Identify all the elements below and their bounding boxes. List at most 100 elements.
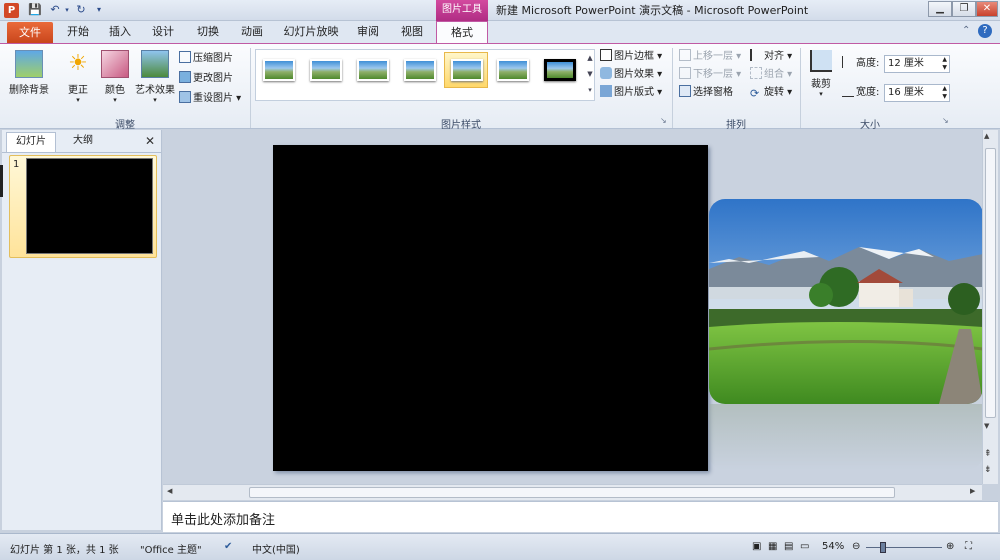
width-spinner[interactable]: ▲ ▼ bbox=[942, 85, 947, 101]
notes-placeholder: 单击此处添加备注 bbox=[171, 513, 276, 528]
artistic-effects-button[interactable]: 艺术效果 ▾ bbox=[134, 50, 176, 104]
align-button[interactable]: 对齐 ▾ bbox=[750, 48, 792, 66]
tab-design[interactable]: 设计 bbox=[145, 21, 181, 43]
picture-style-2[interactable] bbox=[305, 52, 345, 88]
height-input[interactable]: 12 厘米 ▲ ▼ bbox=[884, 55, 950, 73]
status-bar: 幻灯片 第 1 张，共 1 张 "Office 主题" ✔ 中文(中国) ▣ ▦… bbox=[0, 533, 1000, 560]
reading-view-icon[interactable]: ▤ bbox=[784, 541, 793, 552]
picture-style-5-selected[interactable] bbox=[444, 52, 488, 88]
tab-outline[interactable]: 大纲 bbox=[58, 132, 108, 152]
slide-count-status: 幻灯片 第 1 张，共 1 张 bbox=[10, 545, 119, 556]
crop-button[interactable]: 裁剪 ▾ bbox=[806, 50, 836, 98]
notes-pane[interactable]: 单击此处添加备注 bbox=[163, 501, 998, 532]
picture-style-6[interactable] bbox=[492, 52, 532, 88]
bring-forward-icon bbox=[679, 49, 691, 61]
zoom-in-icon[interactable]: ⊕ bbox=[946, 541, 954, 552]
minimize-ribbon-icon[interactable]: ⌃ bbox=[962, 25, 970, 36]
width-input[interactable]: 16 厘米 ▲ ▼ bbox=[884, 84, 950, 102]
zoom-level[interactable]: 54% bbox=[822, 541, 844, 552]
dialog-launcher-icon[interactable]: ↘ bbox=[660, 116, 667, 125]
picture-effects-icon bbox=[600, 67, 612, 79]
picture-tools-group: 图片工具 bbox=[436, 0, 488, 21]
tab-animations[interactable]: 动画 bbox=[234, 21, 270, 43]
vertical-scroll-thumb[interactable] bbox=[985, 148, 996, 418]
height-icon bbox=[842, 56, 854, 68]
tab-review[interactable]: 审阅 bbox=[350, 21, 386, 43]
selection-pane-button[interactable]: 选择窗格 bbox=[679, 84, 733, 102]
picture-layout-button[interactable]: 图片版式 ▾ bbox=[600, 84, 662, 102]
height-spinner[interactable]: ▲ ▼ bbox=[942, 56, 947, 72]
picture-style-4[interactable] bbox=[399, 52, 439, 88]
picture-style-3[interactable] bbox=[352, 52, 392, 88]
reset-picture-button[interactable]: 重设图片 ▾ bbox=[179, 90, 241, 108]
group-button[interactable]: 组合 ▾ bbox=[750, 66, 792, 84]
adjust-group-label: 调整 bbox=[115, 120, 135, 131]
arrange-group-label: 排列 bbox=[726, 120, 746, 131]
fit-to-window-icon[interactable]: ⛶ bbox=[965, 541, 972, 552]
zoom-slider-track[interactable] bbox=[866, 547, 942, 548]
align-icon bbox=[750, 49, 762, 61]
spellcheck-icon[interactable]: ✔ bbox=[224, 541, 232, 552]
corrections-button[interactable]: ☀ 更正 ▾ bbox=[62, 50, 94, 104]
tab-format[interactable]: 格式 bbox=[436, 21, 488, 43]
selection-pane-icon bbox=[679, 85, 691, 97]
normal-view-icon[interactable]: ▣ bbox=[752, 541, 761, 552]
remove-background-button[interactable]: 删除背景 bbox=[6, 50, 52, 96]
color-button[interactable]: 颜色 ▾ bbox=[99, 50, 131, 104]
send-backward-label: 下移一层 bbox=[693, 69, 733, 80]
remove-background-icon bbox=[15, 50, 43, 78]
bring-forward-button[interactable]: 上移一层 ▾ bbox=[679, 48, 741, 66]
tab-insert[interactable]: 插入 bbox=[102, 21, 138, 43]
picture-border-icon bbox=[600, 49, 612, 61]
save-icon[interactable]: 💾 bbox=[28, 3, 42, 17]
help-icon[interactable]: ? bbox=[978, 24, 992, 38]
horizontal-scroll-thumb[interactable] bbox=[249, 487, 895, 498]
change-picture-button[interactable]: 更改图片 bbox=[179, 70, 233, 88]
slide-thumbnail-image[interactable] bbox=[26, 158, 153, 254]
next-slide-icon[interactable]: ⇟ bbox=[984, 466, 992, 475]
gallery-scroll[interactable]: ▲ ▼ ▾ bbox=[585, 50, 595, 100]
rotate-button[interactable]: ⟳ 旋转 ▾ bbox=[750, 84, 792, 102]
selected-landscape-picture[interactable] bbox=[709, 199, 983, 404]
picture-border-button[interactable]: 图片边框 ▾ bbox=[600, 48, 662, 66]
compress-label: 压缩图片 bbox=[193, 53, 233, 64]
scroll-up-icon[interactable]: ▲ bbox=[984, 132, 989, 140]
powerpoint-app-icon[interactable]: P bbox=[4, 3, 19, 18]
tab-view[interactable]: 视图 bbox=[394, 21, 430, 43]
tab-transitions[interactable]: 切换 bbox=[190, 21, 226, 43]
tab-slides[interactable]: 幻灯片 bbox=[6, 132, 56, 152]
tab-slideshow[interactable]: 幻灯片放映 bbox=[280, 21, 342, 43]
scroll-right-icon[interactable]: ▶ bbox=[970, 487, 975, 495]
compress-pictures-button[interactable]: 压缩图片 bbox=[179, 50, 233, 68]
tab-file[interactable]: 文件 bbox=[7, 22, 53, 43]
size-dialog-launcher-icon[interactable]: ↘ bbox=[942, 116, 949, 125]
slide-canvas[interactable] bbox=[273, 145, 708, 471]
picture-effects-button[interactable]: 图片效果 ▾ bbox=[600, 66, 662, 84]
rotate-icon: ⟳ bbox=[750, 87, 760, 100]
slide-sorter-view-icon[interactable]: ▦ bbox=[768, 541, 777, 552]
reset-picture-icon bbox=[179, 91, 191, 103]
tab-home[interactable]: 开始 bbox=[60, 21, 96, 43]
customize-icon[interactable]: ▾ bbox=[92, 3, 106, 17]
slideshow-view-icon[interactable]: ▭ bbox=[800, 541, 809, 552]
vertical-scrollbar[interactable]: ▲ ▼ ⇞ ⇟ bbox=[982, 130, 998, 484]
picture-style-1[interactable] bbox=[258, 52, 298, 88]
previous-slide-icon[interactable]: ⇞ bbox=[984, 450, 992, 459]
send-backward-button[interactable]: 下移一层 ▾ bbox=[679, 66, 741, 84]
height-label: 高度: bbox=[842, 55, 879, 73]
close-pane-icon[interactable]: ✕ bbox=[145, 134, 155, 148]
minimize-button[interactable]: ▁ bbox=[928, 1, 952, 17]
horizontal-scrollbar[interactable]: ◀ ▶ bbox=[163, 484, 982, 500]
splitter-grip[interactable] bbox=[0, 165, 3, 197]
restore-button[interactable]: ❐ bbox=[952, 1, 976, 17]
undo-dropdown-icon[interactable]: ▾ bbox=[60, 3, 74, 17]
picture-style-7[interactable] bbox=[539, 52, 579, 88]
language-status[interactable]: 中文(中国) bbox=[252, 541, 300, 556]
scroll-down-icon[interactable]: ▼ bbox=[984, 422, 989, 430]
close-button[interactable]: ✕ bbox=[976, 1, 998, 17]
redo-icon[interactable]: ↻ bbox=[74, 3, 88, 17]
scroll-left-icon[interactable]: ◀ bbox=[167, 487, 172, 495]
zoom-out-icon[interactable]: ⊖ bbox=[852, 541, 860, 552]
picture-layout-icon bbox=[600, 85, 612, 97]
zoom-slider-thumb[interactable] bbox=[880, 542, 886, 553]
